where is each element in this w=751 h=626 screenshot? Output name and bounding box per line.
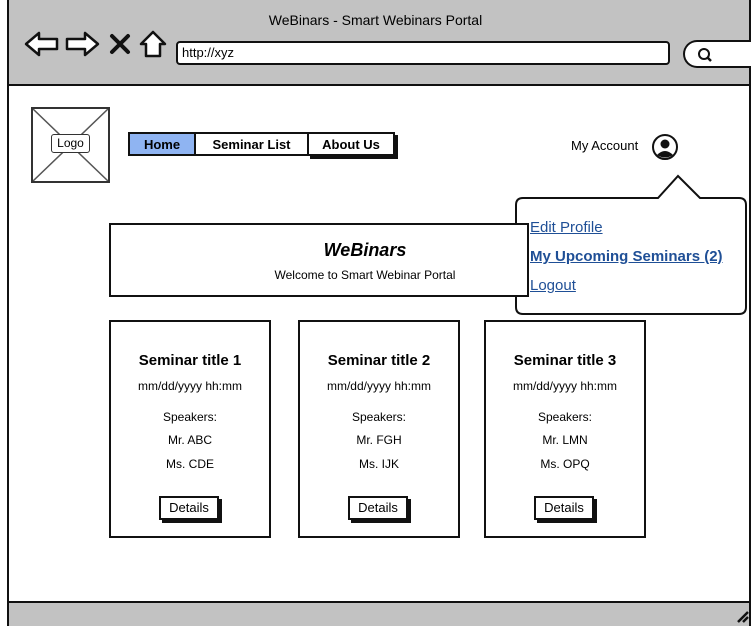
seminar-card: Seminar title 3 mm/dd/yyyy hh:mm Speaker…	[484, 320, 646, 538]
address-bar-url: http://xyz	[182, 45, 235, 60]
details-button[interactable]: Details	[159, 496, 219, 520]
seminar-title: Seminar title 3	[513, 352, 617, 369]
tab-about-us[interactable]: About Us	[307, 132, 395, 156]
banner-subtitle: Welcome to Smart Webinar Portal	[274, 268, 456, 282]
seminar-title: Seminar title 2	[327, 352, 431, 369]
seminar-datetime: mm/dd/yyyy hh:mm	[326, 379, 431, 393]
speaker-name: Mr. ABC	[167, 433, 212, 447]
user-avatar-icon[interactable]	[652, 134, 678, 160]
logo-label: Logo	[51, 134, 90, 153]
back-arrow-icon[interactable]	[24, 30, 60, 58]
speaker-name: Mr. FGH	[356, 433, 402, 447]
details-button[interactable]: Details	[534, 496, 594, 520]
home-icon[interactable]	[138, 30, 168, 58]
seminar-title: Seminar title 1	[138, 352, 242, 369]
resize-handle-icon[interactable]	[736, 608, 750, 624]
speaker-name: Ms. CDE	[166, 457, 214, 471]
close-icon[interactable]	[108, 30, 132, 58]
speaker-name: Ms. IJK	[358, 457, 399, 471]
address-bar[interactable]: http://xyz	[176, 41, 670, 65]
my-account-label[interactable]: My Account	[571, 138, 638, 153]
tab-home[interactable]: Home	[128, 132, 196, 156]
search-box[interactable]	[683, 40, 751, 68]
seminar-datetime: mm/dd/yyyy hh:mm	[512, 379, 617, 393]
seminar-card: Seminar title 2 mm/dd/yyyy hh:mm Speaker…	[298, 320, 460, 538]
window-title: WeBinars - Smart Webinars Portal	[268, 12, 483, 28]
seminar-card: Seminar title 1 mm/dd/yyyy hh:mm Speaker…	[109, 320, 271, 538]
speakers-label: Speakers:	[537, 410, 593, 424]
edit-profile-link[interactable]: Edit Profile	[530, 219, 603, 236]
speakers-label: Speakers:	[351, 410, 407, 424]
status-bar	[7, 601, 751, 626]
banner-title: WeBinars	[323, 240, 407, 260]
details-button[interactable]: Details	[348, 496, 408, 520]
speaker-name: Mr. LMN	[542, 433, 588, 447]
speakers-label: Speakers:	[162, 410, 218, 424]
speaker-name: Ms. OPQ	[540, 457, 590, 471]
search-icon	[698, 48, 712, 62]
tab-seminar-list[interactable]: Seminar List	[194, 132, 309, 156]
forward-arrow-icon[interactable]	[64, 30, 100, 58]
seminar-datetime: mm/dd/yyyy hh:mm	[137, 379, 242, 393]
